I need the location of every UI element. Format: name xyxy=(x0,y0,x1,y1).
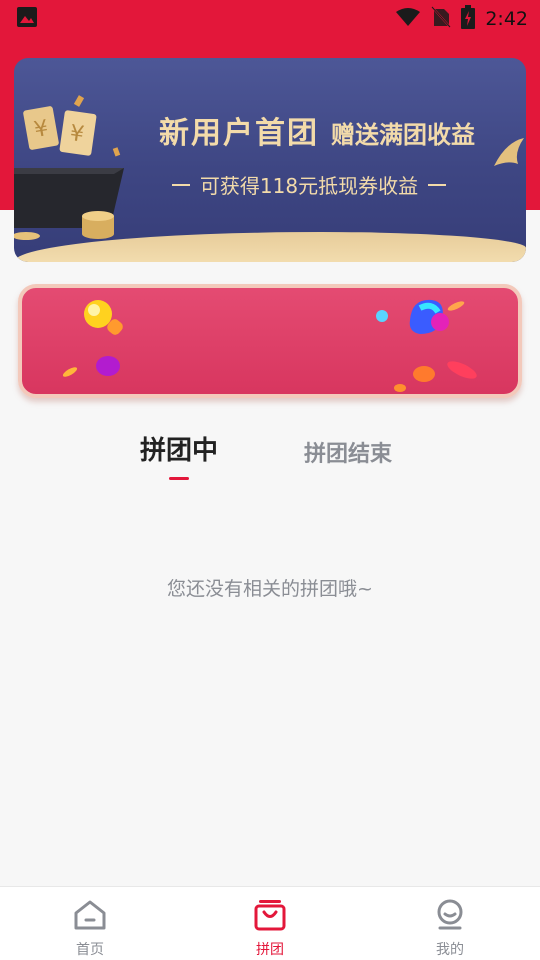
nav-item-profile[interactable]: 我的 xyxy=(360,887,540,960)
nav-item-home[interactable]: 首页 xyxy=(0,887,180,960)
group-bag-icon xyxy=(253,899,287,935)
home-icon xyxy=(73,899,107,935)
nav-label-group: 拼团 xyxy=(256,942,284,958)
banner-subtitle: 可获得118元抵现券收益 xyxy=(149,170,469,199)
banner-title-suffix: 赠送满团收益 xyxy=(331,121,475,149)
status-time: 2:42 xyxy=(485,8,528,30)
group-tabs: 拼团中 拼团结束 xyxy=(0,430,540,486)
no-sim-icon xyxy=(431,6,452,32)
balloon-decoration xyxy=(376,299,477,392)
right-dash xyxy=(428,183,447,186)
tab-ended[interactable]: 拼团结束 xyxy=(304,436,392,468)
gift-box-illustration: ¥ ¥ xyxy=(14,95,124,240)
nav-label-home: 首页 xyxy=(76,942,104,958)
lightbulb-decoration xyxy=(84,300,123,335)
nav-item-group[interactable]: 拼团 xyxy=(180,887,360,960)
nav-label-profile: 我的 xyxy=(436,942,464,958)
wifi-icon xyxy=(395,7,421,31)
profile-icon xyxy=(433,899,467,935)
active-tab-indicator xyxy=(169,477,189,480)
status-bar: 2:42 xyxy=(0,0,540,38)
bottom-nav: 首页 拼团 我的 xyxy=(0,886,540,960)
banner-title-main: 新用户首团 xyxy=(159,116,319,151)
left-dash xyxy=(171,183,190,186)
empty-state-message: 您还没有相关的拼团哦~ xyxy=(167,578,373,600)
battery-charging-icon xyxy=(461,5,476,33)
confetti-left-decoration xyxy=(62,356,120,377)
banner-subtitle-text: 可获得118元抵现券收益 xyxy=(199,174,419,198)
promo-card[interactable] xyxy=(18,284,522,398)
image-icon xyxy=(16,6,38,32)
new-user-banner[interactable]: ¥ ¥ 新用户首团 赠送满团收益 可获得118元抵现券收益 xyxy=(14,58,526,262)
tab-ongoing[interactable]: 拼团中 xyxy=(140,430,218,467)
banner-title: 新用户首团 赠送满团收益 xyxy=(122,108,512,152)
